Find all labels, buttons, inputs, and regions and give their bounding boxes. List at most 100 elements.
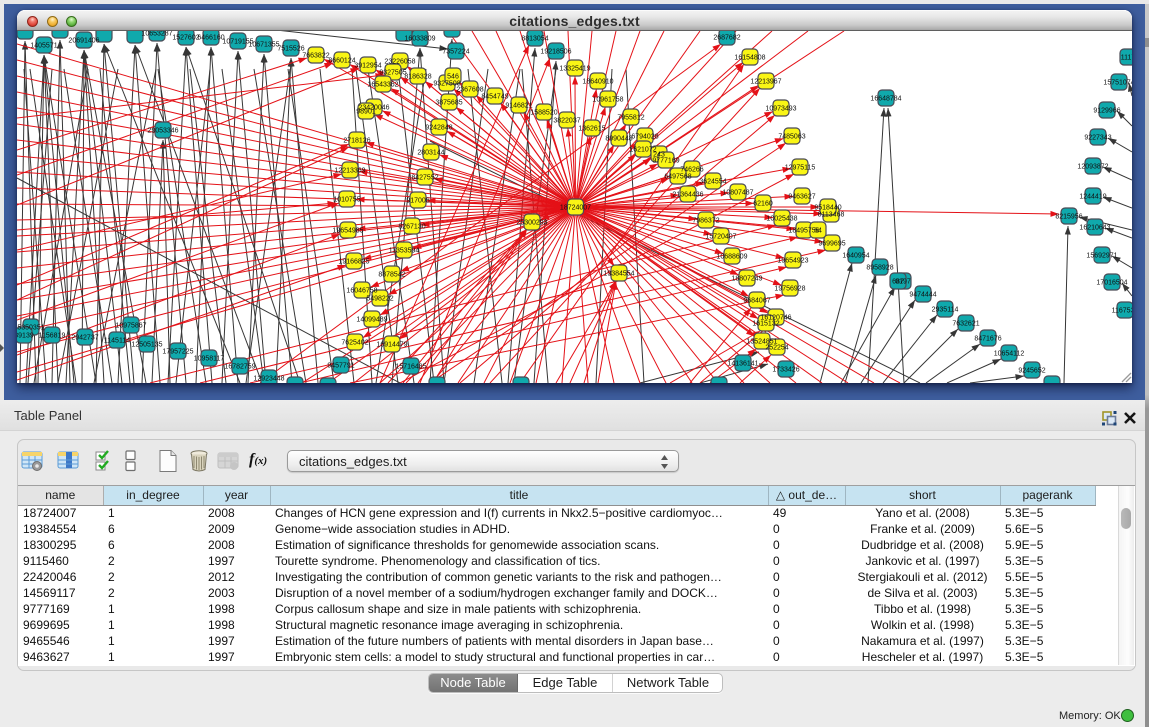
svg-text:6497568: 6497568 bbox=[664, 174, 691, 181]
svg-text:7663822: 7663822 bbox=[302, 53, 329, 60]
svg-text:8186328: 8186328 bbox=[404, 74, 431, 81]
svg-text:12213967: 12213967 bbox=[750, 79, 781, 86]
svg-text:1405571: 1405571 bbox=[30, 43, 57, 50]
svg-text:13325419: 13325419 bbox=[559, 66, 590, 73]
svg-text:8471676: 8471676 bbox=[974, 336, 1001, 343]
svg-text:6794028: 6794028 bbox=[631, 134, 658, 141]
svg-text:16914479: 16914479 bbox=[376, 342, 407, 349]
svg-text:9146821: 9146821 bbox=[505, 103, 532, 110]
svg-text:1527602: 1527602 bbox=[172, 35, 199, 42]
svg-text:7986372: 7986372 bbox=[692, 218, 719, 225]
svg-text:8878542: 8878542 bbox=[378, 272, 405, 279]
svg-text:10653287: 10653287 bbox=[141, 31, 172, 38]
svg-text:16210643: 16210643 bbox=[1079, 225, 1110, 232]
svg-text:252254: 252254 bbox=[765, 345, 788, 352]
svg-text:16033809: 16033809 bbox=[404, 36, 435, 43]
svg-text:17957225: 17957225 bbox=[162, 349, 193, 356]
svg-text:1167533: 1167533 bbox=[1112, 308, 1132, 315]
svg-text:917006: 917006 bbox=[406, 198, 429, 205]
svg-text:1117: 1117 bbox=[1121, 55, 1132, 62]
svg-text:12923448: 12923448 bbox=[253, 376, 284, 383]
svg-text:10973493: 10973493 bbox=[765, 106, 796, 113]
svg-text:9699695: 9699695 bbox=[818, 241, 845, 248]
svg-text:1733426: 1733426 bbox=[772, 367, 799, 374]
svg-text:11353594: 11353594 bbox=[389, 248, 420, 255]
svg-text:10025438: 10025438 bbox=[766, 216, 797, 223]
svg-text:23226058: 23226058 bbox=[384, 59, 415, 66]
svg-text:98901: 98901 bbox=[356, 109, 376, 116]
svg-text:2687682: 2687682 bbox=[713, 35, 740, 42]
svg-text:8660124: 8660124 bbox=[328, 58, 355, 65]
svg-text:19218506: 19218506 bbox=[540, 49, 571, 56]
svg-text:7357224: 7357224 bbox=[442, 49, 469, 56]
svg-text:16543362: 16543362 bbox=[367, 82, 398, 89]
svg-text:16154808: 16154808 bbox=[734, 55, 765, 62]
svg-text:7632621: 7632621 bbox=[952, 321, 979, 328]
svg-text:546: 546 bbox=[447, 74, 459, 81]
svg-text:7955812: 7955812 bbox=[617, 115, 644, 122]
svg-text:3912954: 3912954 bbox=[354, 63, 381, 70]
svg-text:21364436: 21364436 bbox=[672, 192, 703, 199]
svg-text:10654112: 10654112 bbox=[994, 351, 1025, 358]
svg-text:1156819: 1156819 bbox=[39, 333, 66, 340]
svg-text:3875685: 3875685 bbox=[435, 100, 462, 107]
svg-text:10961758: 10961758 bbox=[592, 97, 623, 104]
svg-text:9474444: 9474444 bbox=[909, 292, 936, 299]
svg-text:1362615: 1362615 bbox=[578, 126, 605, 133]
svg-text:12093872: 12093872 bbox=[1077, 164, 1108, 171]
svg-text:15751074: 15751074 bbox=[1103, 80, 1132, 87]
svg-text:2803144: 2803144 bbox=[417, 150, 444, 157]
svg-text:10958117: 10958117 bbox=[194, 356, 225, 363]
svg-text:19654923: 19654923 bbox=[777, 258, 808, 265]
svg-text:14136141: 14136141 bbox=[727, 361, 758, 368]
svg-text:1010755: 1010755 bbox=[333, 197, 360, 204]
svg-text:3624554: 3624554 bbox=[699, 179, 726, 186]
svg-text:62160: 62160 bbox=[753, 201, 773, 208]
svg-text:2935114: 2935114 bbox=[932, 307, 959, 314]
svg-text:16046758: 16046758 bbox=[346, 288, 377, 295]
svg-text:12975115: 12975115 bbox=[785, 165, 816, 172]
svg-text:8454749: 8454749 bbox=[481, 94, 508, 101]
svg-text:1244419: 1244419 bbox=[1079, 194, 1106, 201]
svg-text:7515526: 7515526 bbox=[277, 46, 304, 53]
svg-text:39139: 39139 bbox=[17, 333, 34, 340]
svg-text:9684067: 9684067 bbox=[743, 298, 770, 305]
svg-text:9245652: 9245652 bbox=[1018, 368, 1045, 375]
svg-text:10975867: 10975867 bbox=[115, 323, 146, 330]
svg-text:8958928: 8958928 bbox=[866, 265, 893, 272]
svg-text:18724007: 18724007 bbox=[560, 205, 591, 212]
svg-text:19654985: 19654985 bbox=[332, 228, 363, 235]
svg-text:9327505: 9327505 bbox=[379, 70, 406, 77]
svg-text:64: 64 bbox=[814, 228, 822, 235]
svg-text:17016504: 17016504 bbox=[1096, 280, 1127, 287]
svg-text:15716485: 15716485 bbox=[395, 364, 426, 371]
svg-text:10671355: 10671355 bbox=[248, 42, 279, 49]
svg-text:25300293: 25300293 bbox=[516, 220, 547, 227]
svg-text:19166825: 19166825 bbox=[338, 259, 369, 266]
svg-text:5350351: 5350351 bbox=[17, 325, 44, 332]
svg-text:16782759: 16782759 bbox=[224, 364, 255, 371]
svg-text:8813054: 8813054 bbox=[521, 36, 548, 43]
svg-text:1588520: 1588520 bbox=[530, 110, 557, 117]
svg-text:29053346: 29053346 bbox=[147, 128, 178, 135]
svg-text:1640954: 1640954 bbox=[842, 253, 869, 260]
svg-text:9129966: 9129966 bbox=[1093, 108, 1120, 115]
svg-text:9777169: 9777169 bbox=[652, 158, 679, 165]
svg-text:9457791: 9457791 bbox=[327, 363, 354, 370]
svg-text:6466160: 6466160 bbox=[197, 35, 224, 42]
svg-text:9463627: 9463627 bbox=[788, 194, 815, 201]
svg-text:8990448: 8990448 bbox=[605, 136, 632, 143]
svg-text:8113468: 8113468 bbox=[818, 212, 845, 219]
svg-text:12213369: 12213369 bbox=[334, 168, 365, 175]
svg-text:15692971: 15692971 bbox=[1086, 253, 1117, 260]
svg-text:18807249: 18807249 bbox=[731, 276, 762, 283]
svg-text:9242848: 9242848 bbox=[425, 125, 452, 132]
svg-text:746266: 746266 bbox=[680, 167, 703, 174]
svg-text:20691406: 20691406 bbox=[68, 38, 99, 45]
svg-text:5498222: 5498222 bbox=[366, 296, 393, 303]
svg-text:1615132: 1615132 bbox=[752, 321, 779, 328]
svg-text:7485063: 7485063 bbox=[778, 134, 805, 141]
svg-text:10807487: 10807487 bbox=[722, 190, 753, 197]
svg-text:10688609: 10688609 bbox=[716, 254, 747, 261]
svg-text:16648784: 16648784 bbox=[870, 96, 901, 103]
